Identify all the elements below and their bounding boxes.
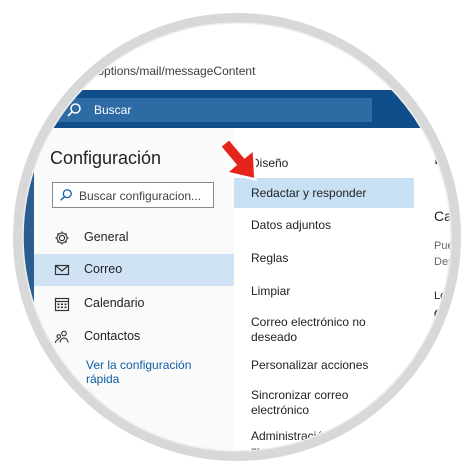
menu-item-label: Limpiar [251,284,291,298]
background-row: B [0,358,34,388]
menu-item-label: Administración de mensajes [251,429,347,458]
red-pointer-arrow-icon [218,136,257,181]
setting-label: Los m [434,290,464,302]
global-search-label: Buscar [94,103,132,117]
section-heading: Canc [434,208,467,224]
menu-item-label: Redactar y responder [251,186,367,200]
menu-item-label: Diseño [251,156,289,170]
browser-address-bar[interactable]: mail/0/options/mail/messageContent [0,56,474,90]
background-nav-fragment: eve [2,152,20,164]
category-label: General [84,230,129,244]
menu-item-label: Correo electrónico no deseado [251,315,366,344]
category-label: Contactos [84,329,141,343]
menu-item-label: Datos adjuntos [251,218,332,232]
panel-title: Re [434,148,458,168]
outlook-top-bar: Buscar [0,90,474,128]
settings-search-placeholder: Buscar configuracion... [79,189,202,203]
menu-item-message-handling[interactable]: Administración de mensajes [234,425,414,461]
settings-title: Configuración [50,148,162,168]
global-search-box[interactable]: Buscar [54,98,372,122]
section-text: Desha [434,256,466,268]
url-text: mail/0/options/mail/messageContent [62,64,256,78]
background-row-fragment: B [4,366,12,378]
search-icon [67,103,81,117]
category-contacts[interactable]: Contactos [34,321,234,353]
compose-reply-panel: Re Canc Pued Desha Los m [414,128,474,474]
menu-item-sync-email[interactable]: Sincronizar correo electrónico [234,384,414,420]
category-label: Correo [84,262,123,276]
menu-item-label: Reglas [251,251,289,265]
settings-search-input[interactable]: Buscar configuracion... [52,182,214,208]
gear-icon [55,231,69,245]
screenshot-stage: mail/0/options/mail/messageContent Busca… [0,0,474,474]
settings-panel: Configuración Buscar configuracion... Ge… [34,128,234,474]
menu-item-junk-email[interactable]: Correo electrónico no deseado [234,311,414,347]
mail-icon [54,264,70,276]
calendar-icon [54,297,70,312]
menu-item-attachments[interactable]: Datos adjuntos [234,212,414,240]
category-mail[interactable]: Correo [34,254,234,286]
category-calendar[interactable]: Calendario [34,288,234,320]
toggle-switch[interactable] [434,308,464,320]
section-text: Pued [434,240,460,252]
menu-item-label: Sincronizar correo electrónico [251,388,349,417]
menu-item-label: Personalizar acciones [251,358,369,372]
quick-settings-link[interactable]: Ver la configuración rápida [86,358,216,386]
menu-item-sweep[interactable]: Limpiar [234,278,414,306]
search-icon [60,189,72,201]
people-icon [54,330,69,344]
category-label: Calendario [84,296,145,310]
menu-item-rules[interactable]: Reglas [234,245,414,273]
menu-item-customize-actions[interactable]: Personalizar acciones [234,352,414,380]
category-general[interactable]: General [34,222,234,254]
background-folder-pane: eve B [0,128,34,474]
